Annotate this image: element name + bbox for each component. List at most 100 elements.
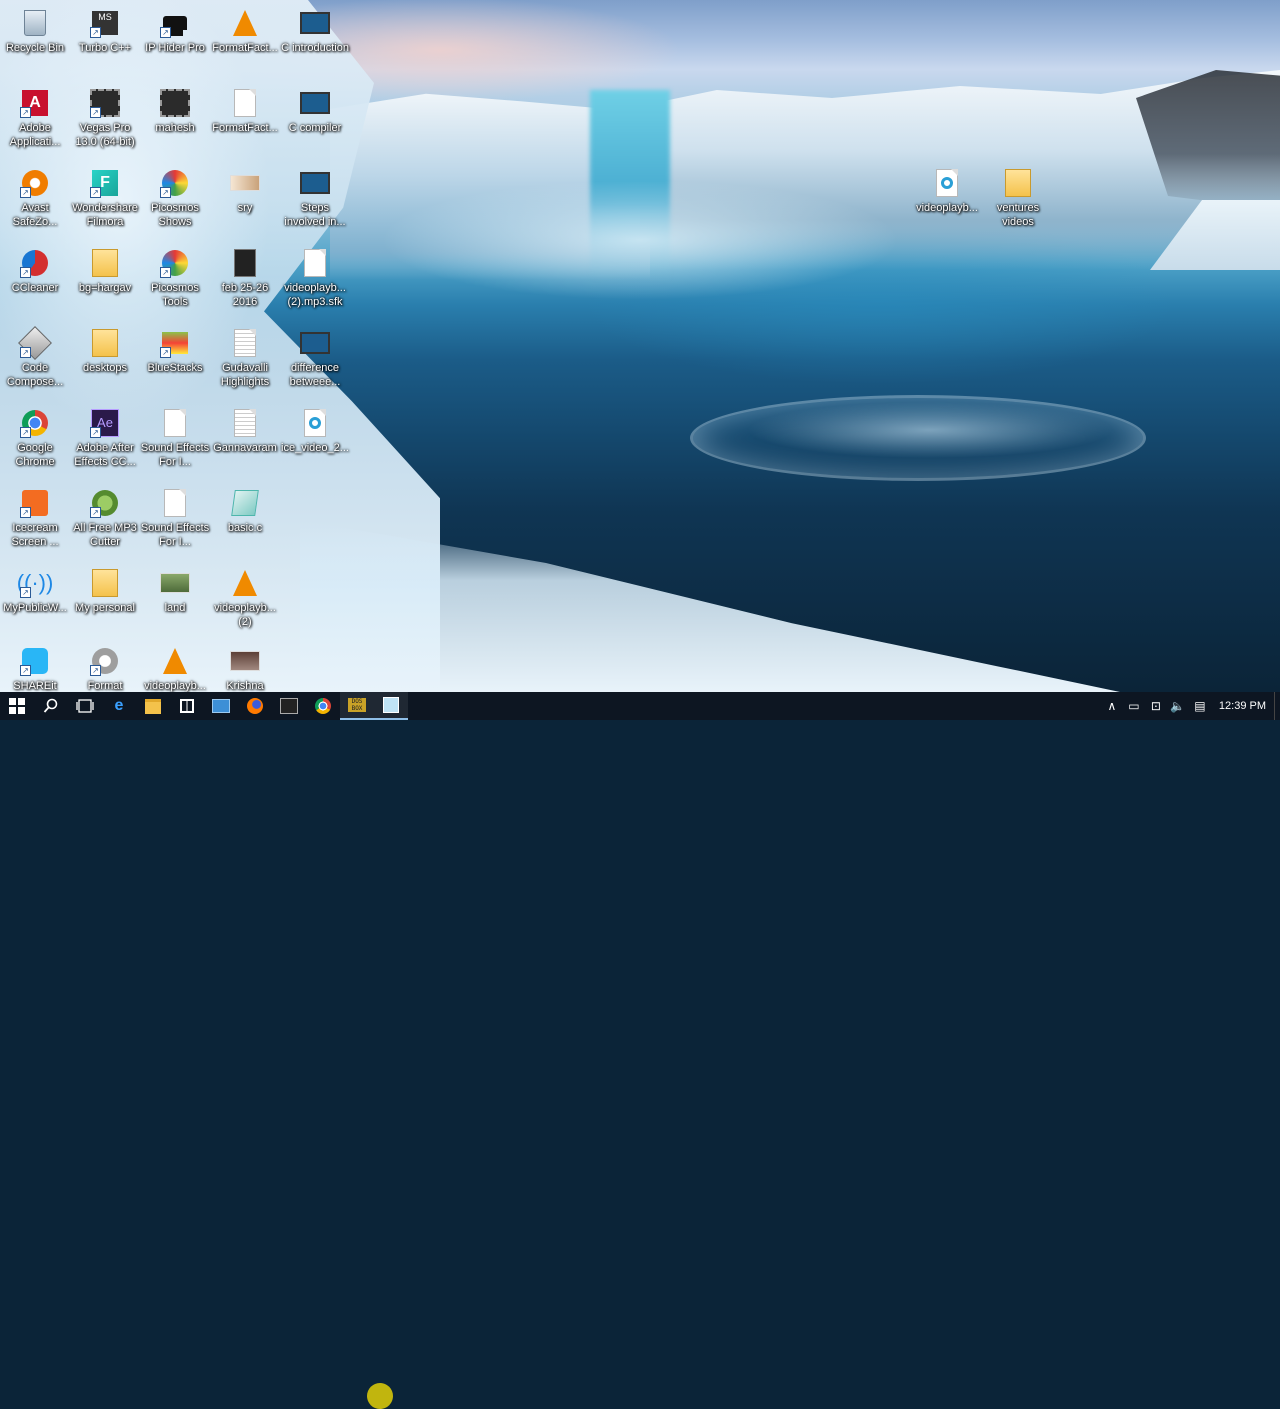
desktop-icon-desktops[interactable]: desktops [70,328,140,375]
desktop-icon-recycle-bin[interactable]: Recycle Bin [0,8,70,55]
icon-label: videoplayb... (2) [214,602,276,628]
show-desktop-button[interactable] [1274,692,1280,720]
icon-label: videoplayb... [144,680,206,692]
desktop-icon-icecream[interactable]: ↗ Icecream Screen ... [0,488,70,549]
desktop-icon-videoplayback-3[interactable]: videoplayb... [140,646,210,692]
desktop-icon-c-compiler[interactable]: C compiler [280,88,350,135]
icon-label: Adobe After Effects CC... [74,442,136,468]
desktop-icon-gannavaram[interactable]: Gannavaram [210,408,280,455]
mouse-cursor-highlight [367,1383,393,1409]
desktop-icon-ccleaner[interactable]: ↗ CCleaner [0,248,70,295]
action-center-icon[interactable]: ▤ [1189,699,1211,713]
icon-label: Sound Effects For I... [140,442,210,468]
desktop-icon-land[interactable]: land [140,568,210,615]
icon-label: Vegas Pro 13.0 (64-bit) [75,122,135,148]
desktop-icon-bg-hargav[interactable]: bg=hargav [70,248,140,295]
desktop-icon-formatfactory-2[interactable]: FormatFact... [210,88,280,135]
desktop-icon-adobe-applications[interactable]: A ↗ Adobe Applicati... [0,88,70,149]
desktop-icon-picosmos-shows[interactable]: ↗ Picosmos Shows [140,168,210,229]
desktop-icon-difference[interactable]: difference betweee... [280,328,350,389]
desktop-icon-google-chrome[interactable]: ↗ Google Chrome [0,408,70,469]
document-icon [160,408,190,438]
document-icon [230,88,260,118]
desktop-icon-after-effects[interactable]: Ae ↗ Adobe After Effects CC... [70,408,140,469]
document-icon [160,488,190,518]
desktop-icon-vegas-pro[interactable]: ↗ Vegas Pro 13.0 (64-bit) [70,88,140,149]
taskbar-clock[interactable]: 12:39 PM [1211,700,1274,712]
desktop-icon-ventures-videos[interactable]: ventures videos [983,168,1053,229]
store-icon [180,699,194,713]
desktop-icon-sound-effects-1[interactable]: Sound Effects For I... [140,408,210,469]
video-file-icon [300,8,330,38]
zip-folder-icon [90,248,120,278]
icon-label: Turbo C++ [78,42,132,54]
desktop-icon-shareit[interactable]: ↗ SHAREit [0,646,70,692]
search-button[interactable] [34,692,68,720]
icon-label: videoplayb... [916,202,978,214]
desktop-icon-videoplayback-right[interactable]: videoplayb... [912,168,982,215]
taskbar-store[interactable] [170,692,204,720]
film-icon [230,248,260,278]
film-icon [280,698,298,714]
taskbar-chrome[interactable] [306,692,340,720]
taskbar-firefox[interactable] [238,692,272,720]
desktop-icon-mypublicwifi[interactable]: ((·)) ↗ MyPublicW... [0,568,70,615]
picosmos-icon: ↗ [160,248,190,278]
taskbar-media[interactable] [272,692,306,720]
taskbar-edge[interactable]: e [102,692,136,720]
desktop-icon-ip-hider-pro[interactable]: ↗ IP Hider Pro [140,8,210,55]
icon-label: BlueStacks [147,362,203,374]
desktop-icon-my-personal[interactable]: My personal [70,568,140,615]
desktop-icon-format-factory[interactable]: ↗ Format [70,646,140,692]
icon-label: Gudavalli Highlights [220,362,270,388]
desktop-icon-feb-25-26[interactable]: feb 25-26 2016 [210,248,280,309]
desktop-icon-krishna[interactable]: Krishna [210,646,280,692]
desktop-icon-bluestacks[interactable]: ↗ BlueStacks [140,328,210,375]
icon-label: videoplayb... (2).mp3.sfk [284,282,346,308]
video-file-icon [300,88,330,118]
taskbar-file-explorer[interactable] [136,692,170,720]
edge-icon: e [114,697,124,714]
icon-label: Steps involved in... [284,202,346,228]
desktop-icon-basic-c[interactable]: basic.c [210,488,280,535]
format-factory-icon: ↗ [90,646,120,676]
text-file-icon [230,328,260,358]
task-view-button[interactable] [68,692,102,720]
desktop-icon-ice-video[interactable]: ice_video_2... [280,408,350,455]
desktop-icon-sound-effects-2[interactable]: Sound Effects For I... [140,488,210,549]
icon-label: MyPublicW... [3,602,67,614]
icon-label: feb 25-26 2016 [221,282,269,308]
desktop-icon-mp3-cutter[interactable]: ↗ All Free MP3 Cutter [70,488,140,549]
volume-icon[interactable]: 🔈 [1167,699,1189,713]
chevron-up-icon[interactable]: ∧ [1101,699,1123,713]
network-icon[interactable]: ⊡ [1145,699,1167,713]
avast-icon: ↗ [20,168,50,198]
filmora-icon: F ↗ [90,168,120,198]
desktop-icon-formatfactory-1[interactable]: FormatFact... [210,8,280,55]
desktop-icon-turbo-cpp[interactable]: MS ↗ Turbo C++ [70,8,140,55]
adobe-icon: A ↗ [20,88,50,118]
icon-label: ice_video_2... [281,442,349,454]
taskbar-notepad[interactable] [374,692,408,720]
desktop-icon-mahesh[interactable]: mahesh [140,88,210,135]
desktop-icon-code-composer[interactable]: ↗ Code Compose... [0,326,70,389]
battery-icon[interactable]: ▭ [1123,699,1145,713]
desktop-icon-c-introduction[interactable]: C introduction [280,8,350,55]
c-file-icon [230,488,260,518]
icon-label: land [164,602,186,614]
desktop-icon-sry[interactable]: sry [210,168,280,215]
desktop-icon-filmora[interactable]: F ↗ Wondershare Filmora [70,168,140,229]
desktop-icon-avast[interactable]: ↗ Avast SafeZo... [0,168,70,229]
desktop-icon-videoplayback-2[interactable]: videoplayb... (2) [210,568,280,629]
start-icon [9,698,25,714]
desktop-icon-videoplayback-sfk[interactable]: videoplayb... (2).mp3.sfk [280,248,350,309]
start-button[interactable] [0,692,34,720]
desktop-wallpaper: Recycle Bin A ↗ Adobe Applicati... ↗ Avas… [0,0,1280,692]
taskbar-dosbox[interactable]: DOS BOX [340,692,374,720]
icon-label: Avast SafeZo... [12,202,58,228]
desktop-icon-gudavalli[interactable]: Gudavalli Highlights [210,328,280,389]
video-file-icon [300,168,330,198]
desktop-icon-steps-involved[interactable]: Steps involved in... [280,168,350,229]
taskbar-computer[interactable] [204,692,238,720]
desktop-icon-picosmos-tools[interactable]: ↗ Picosmos Tools [140,248,210,309]
